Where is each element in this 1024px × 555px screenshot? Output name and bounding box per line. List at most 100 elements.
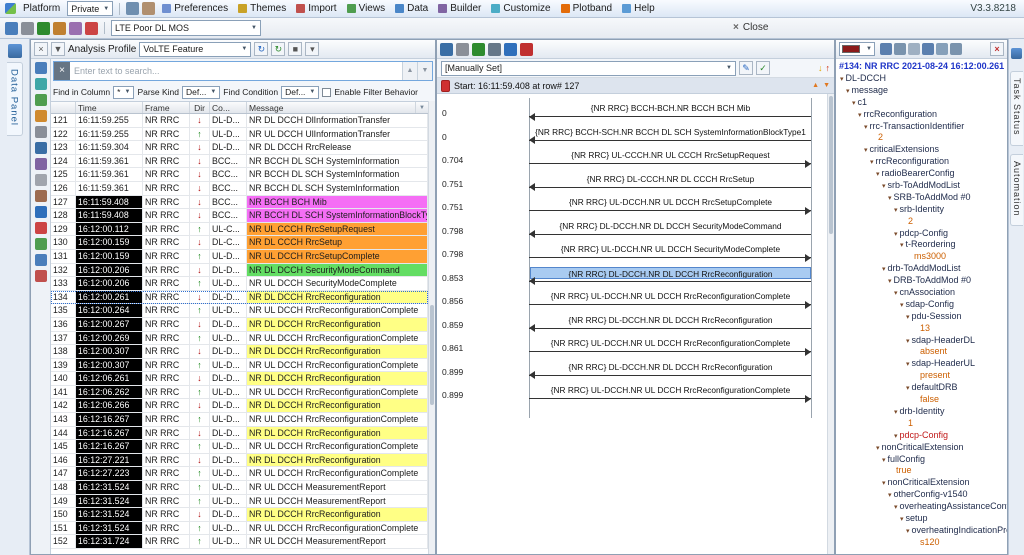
flow-mode-combo[interactable]: [Manually Set] ▼: [441, 61, 736, 76]
table-row[interactable]: 14216:12:06.266NR RRC↓DL-D...NR DL DCCH …: [51, 399, 428, 413]
edit-icon[interactable]: [504, 43, 517, 56]
expand-icon[interactable]: ▾: [864, 147, 868, 154]
expand-icon[interactable]: ▾: [894, 207, 898, 214]
menu-platform[interactable]: Platform: [19, 1, 64, 17]
flow-scrollbar[interactable]: [827, 94, 834, 554]
table-row[interactable]: 15016:12:31.524NR RRC↓DL-D...NR DL DCCH …: [51, 508, 428, 522]
flow-event-label[interactable]: {NR RRC} UL-DCCH.NR UL DCCH RrcReconfigu…: [530, 337, 811, 349]
expand-icon[interactable]: ▾: [894, 504, 898, 511]
table-row[interactable]: 14416:12:16.267NR RRC↓DL-D...NR DL DCCH …: [51, 427, 428, 441]
column-header-Co...[interactable]: Co...: [210, 102, 247, 113]
tree-node[interactable]: ▾overheatingIndicationPro...: [836, 525, 1007, 537]
save-icon[interactable]: [894, 43, 906, 55]
table-row[interactable]: 13416:12:00.261NR RRC↓DL-D...NR DL DCCH …: [51, 291, 428, 305]
tree-node[interactable]: ▾otherConfig-v1540: [836, 489, 1007, 501]
expand-icon[interactable]: ▾: [876, 445, 880, 452]
panel-tool-icon-7[interactable]: [35, 158, 47, 170]
scenario-combo[interactable]: LTE Poor DL MOS ▼: [111, 20, 261, 36]
display-icon[interactable]: [142, 2, 155, 15]
expand-icon[interactable]: ▾: [894, 433, 898, 440]
tree-node[interactable]: ▾srb-ToAddModList: [836, 180, 1007, 192]
expand-icon[interactable]: ▾: [852, 100, 856, 107]
search-prev-button[interactable]: ▲: [402, 62, 417, 80]
flow-event-label[interactable]: {NR RRC} DL-DCCH.NR DL DCCH SecurityMode…: [530, 220, 811, 232]
filter-button[interactable]: ▼: [416, 102, 428, 113]
find-condition-combo[interactable]: Def...▼: [281, 86, 319, 99]
tree-node[interactable]: ▾pdcp-Config: [836, 228, 1007, 240]
column-header-Dir[interactable]: Dir: [190, 102, 210, 113]
refresh-icon[interactable]: ↻: [254, 42, 268, 56]
enable-filter-checkbox[interactable]: [322, 88, 331, 97]
data-panel-icon[interactable]: [8, 44, 22, 58]
tree-node[interactable]: ▾nonCriticalExtension: [836, 477, 1007, 489]
search-input[interactable]: [70, 63, 402, 79]
expand-icon[interactable]: ▾: [906, 314, 910, 321]
table-row[interactable]: 13716:12:00.269NR RRC↑UL-D...NR UL DCCH …: [51, 332, 428, 346]
tree-value[interactable]: present: [836, 370, 1007, 382]
tree-value[interactable]: false: [836, 394, 1007, 406]
tree-value[interactable]: s120: [836, 537, 1007, 549]
monitor-icon[interactable]: [5, 22, 18, 35]
collapse-icon[interactable]: ▲: [812, 82, 819, 89]
clear-search-button[interactable]: ×: [54, 62, 70, 80]
filter-icon[interactable]: ▼: [51, 42, 65, 56]
expand-icon[interactable]: ▾: [894, 290, 898, 297]
table-row[interactable]: 13116:12:00.159NR RRC↑UL-D...NR UL DCCH …: [51, 250, 428, 264]
menu-preferences[interactable]: Preferences: [158, 1, 232, 17]
panel-tool-icon-13[interactable]: [35, 254, 47, 266]
table-row[interactable]: 13216:12:00.206NR RRC↓DL-D...NR DL DCCH …: [51, 264, 428, 278]
flag-icon[interactable]: [520, 43, 533, 56]
expand-icon[interactable]: ▾: [894, 231, 898, 238]
tree-value[interactable]: true: [836, 465, 1007, 477]
table-row[interactable]: 14316:12:16.267NR RRC↑UL-D...NR UL DCCH …: [51, 413, 428, 427]
tree-node[interactable]: ▾pdu-Session: [836, 311, 1007, 323]
find-in-column-combo[interactable]: *▼: [113, 86, 134, 99]
tree-node[interactable]: ▾message: [836, 85, 1007, 97]
expand-icon[interactable]: ▾: [888, 195, 892, 202]
menu-views[interactable]: Views: [343, 1, 390, 17]
private-combo[interactable]: Private ▼: [67, 1, 113, 16]
sort-down-icon[interactable]: ↓: [818, 63, 823, 73]
print-icon[interactable]: [908, 43, 920, 55]
table-row[interactable]: 13016:12:00.159NR RRC↓DL-C...NR DL CCCH …: [51, 236, 428, 250]
close-detail-icon[interactable]: ×: [990, 42, 1004, 56]
menu-data[interactable]: Data: [391, 1, 432, 17]
scrollbar-thumb[interactable]: [430, 305, 434, 405]
layers-icon[interactable]: [69, 22, 82, 35]
tree-node[interactable]: ▾rrcReconfiguration: [836, 156, 1007, 168]
tree-node[interactable]: ▾DRB-ToAddMod #0: [836, 275, 1007, 287]
column-header-Time[interactable]: Time: [76, 102, 143, 113]
panel-tool-icon-14[interactable]: [35, 270, 47, 282]
tree-node[interactable]: ▾overheatingAssistanceConfig: [836, 501, 1007, 513]
save-icon[interactable]: [440, 43, 453, 56]
tree-node[interactable]: ▾defaultDRB: [836, 382, 1007, 394]
table-row[interactable]: 14016:12:06.261NR RRC↓DL-D...NR DL DCCH …: [51, 372, 428, 386]
expand-icon[interactable]: ▾: [900, 516, 904, 523]
play-icon[interactable]: [37, 22, 50, 35]
table-row[interactable]: 12516:11:59.361NR RRC↓BCC...NR BCCH DL S…: [51, 168, 428, 182]
tree-value[interactable]: 13: [836, 323, 1007, 335]
flow-event-label[interactable]: {NR RRC} DL-DCCH.NR DL DCCH RrcReconfigu…: [530, 314, 811, 326]
panel-tool-icon-8[interactable]: [35, 174, 47, 186]
reload-icon[interactable]: ↻: [271, 42, 285, 56]
table-row[interactable]: 12116:11:59.255NR RRC↓DL-D...NR DL DCCH …: [51, 114, 428, 128]
menu-import[interactable]: Import: [292, 1, 340, 17]
export-icon[interactable]: [456, 43, 469, 56]
close-icon[interactable]: ×: [34, 42, 48, 56]
menu-builder[interactable]: Builder: [434, 1, 485, 17]
tab-data-panel[interactable]: Data Panel: [7, 62, 23, 136]
tree-node[interactable]: ▾drb-ToAddModList: [836, 263, 1007, 275]
panel-tool-icon-2[interactable]: [35, 78, 47, 90]
tree-node[interactable]: ▾nonCriticalExtension: [836, 442, 1007, 454]
settings-icon[interactable]: ▾: [305, 42, 319, 56]
expand-icon[interactable]: ▾: [840, 76, 844, 83]
color-combo[interactable]: ▼: [839, 42, 875, 56]
tree-node[interactable]: ▾c1: [836, 97, 1007, 109]
table-row[interactable]: 13816:12:00.307NR RRC↓DL-D...NR DL DCCH …: [51, 345, 428, 359]
flow-event-label[interactable]: {NR RRC} BCCH-SCH.NR BCCH DL SCH SystemI…: [530, 126, 811, 138]
expand-icon[interactable]: ▾: [858, 112, 862, 119]
tab-task-status[interactable]: Task Status: [1010, 71, 1023, 146]
expand-icon[interactable]: ▼: [823, 82, 830, 89]
tree-node[interactable]: ▾fullConfig: [836, 454, 1007, 466]
tree-node[interactable]: ▾sdap-Config: [836, 299, 1007, 311]
